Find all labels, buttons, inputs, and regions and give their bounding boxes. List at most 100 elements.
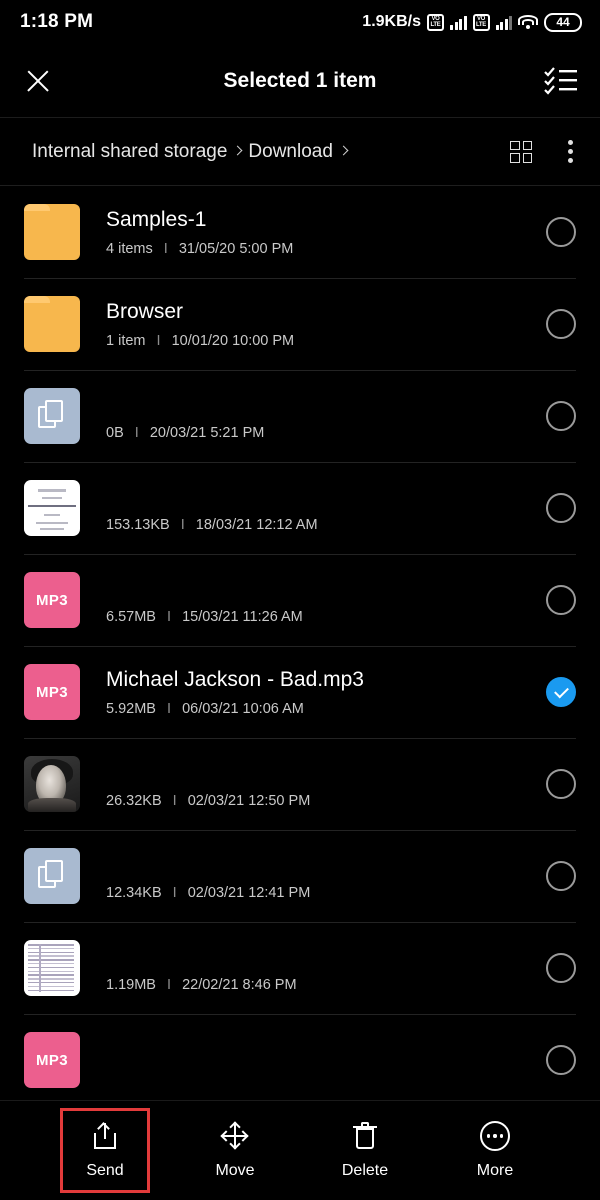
file-date: 31/05/20 5:00 PM [178, 240, 294, 257]
breadcrumb-item-root[interactable]: Internal shared storage [32, 141, 227, 163]
file-date: 15/03/21 11:26 AM [182, 608, 303, 625]
file-date: 22/02/21 8:46 PM [182, 976, 297, 993]
file-name: redacted file name [106, 484, 546, 508]
row-checkbox[interactable] [546, 401, 576, 431]
file-meta: redacted file name 1.19MB I 22/02/21 8:4… [80, 944, 546, 993]
battery-level-label: 44 [556, 15, 570, 29]
row-checkbox[interactable] [546, 493, 576, 523]
delete-button[interactable]: Delete [323, 1111, 407, 1190]
file-meta: redacted file name 0B I 20/03/21 5:21 PM [80, 392, 546, 441]
file-details: 153.13KB I 18/03/21 12:12 AM [106, 517, 546, 533]
grid-view-icon[interactable] [510, 140, 532, 163]
row-checkbox[interactable] [546, 1045, 576, 1075]
move-label: Move [215, 1162, 255, 1179]
move-button[interactable]: Move [193, 1111, 277, 1190]
wifi-icon [518, 14, 538, 30]
trash-icon [350, 1121, 380, 1151]
file-meta: redacted file name 12.34KB I 02/03/21 12… [80, 852, 546, 901]
file-name: Samples-1 [106, 207, 207, 231]
select-all-glyph [544, 66, 577, 95]
more-label: More [476, 1162, 514, 1179]
row-checkbox[interactable] [546, 309, 576, 339]
meta-separator: I [167, 608, 172, 625]
breadcrumb-item-download[interactable]: Download [248, 141, 333, 163]
status-indicators: 1.9KB/s VO LTE VO LTE 44 [362, 12, 582, 32]
more-options-icon[interactable] [560, 136, 576, 167]
breadcrumb-actions [510, 136, 576, 167]
send-button[interactable]: Send [60, 1108, 150, 1193]
row-checkbox[interactable] [546, 953, 576, 983]
file-name: Browser [106, 299, 184, 323]
table-row[interactable]: Samples-1 4 items I 31/05/20 5:00 PM [0, 186, 600, 278]
folder-icon [24, 296, 80, 352]
file-size: 26.32KB [106, 792, 162, 809]
meta-separator: I [134, 424, 139, 441]
file-date: 02/03/21 12:50 PM [187, 792, 311, 809]
file-name: redacted file name [106, 1044, 546, 1068]
file-details: 4 items I 31/05/20 5:00 PM [106, 241, 546, 257]
file-name: redacted file name [106, 760, 546, 784]
folder-icon [24, 204, 80, 260]
file-meta: redacted file name 153.13KB I 18/03/21 1… [80, 484, 546, 533]
table-row[interactable]: redacted file name 1.19MB I 22/02/21 8:4… [0, 922, 600, 1014]
photo-thumbnail [24, 756, 80, 812]
file-meta: redacted file name 26.32KB I 02/03/21 12… [80, 760, 546, 809]
meta-separator: I [180, 516, 185, 533]
close-icon[interactable] [22, 65, 54, 97]
file-meta: Samples-1 4 items I 31/05/20 5:00 PM [80, 208, 546, 257]
mp3-badge-label: MP3 [35, 1051, 69, 1069]
move-icon [220, 1121, 250, 1151]
file-meta: redacted file name [80, 1044, 546, 1077]
file-name: redacted file name [106, 576, 546, 600]
send-icon [90, 1121, 120, 1151]
breadcrumb: Internal shared storage Download [32, 141, 354, 163]
row-checkbox[interactable] [546, 585, 576, 615]
file-date: 10/01/20 10:00 PM [171, 332, 295, 349]
status-time: 1:18 PM [20, 11, 94, 32]
signal-bars-sim2 [495, 15, 512, 30]
mp3-icon: MP3 [24, 572, 80, 628]
table-row[interactable]: redacted file name 153.13KB I 18/03/21 1… [0, 462, 600, 554]
file-meta: Michael Jackson - Bad.mp3 5.92MB I 06/03… [80, 668, 546, 717]
more-button[interactable]: More [453, 1111, 537, 1190]
row-checkbox[interactable] [546, 861, 576, 891]
mp3-icon: MP3 [24, 664, 80, 720]
network-speed-label: 1.9KB/s [362, 13, 421, 30]
file-size: 5.92MB [106, 700, 156, 717]
table-row[interactable]: redacted file name 0B I 20/03/21 5:21 PM [0, 370, 600, 462]
pages-glyph [38, 860, 66, 892]
file-name: redacted file name [106, 392, 546, 416]
table-row[interactable]: redacted file name 12.34KB I 02/03/21 12… [0, 830, 600, 922]
table-row[interactable]: MP3 Michael Jackson - Bad.mp3 5.92MB I 0… [0, 646, 600, 738]
file-date: 06/03/21 10:06 AM [182, 700, 304, 717]
certificate-thumbnail [24, 480, 80, 536]
meta-separator: I [167, 700, 172, 717]
delete-label: Delete [341, 1162, 389, 1179]
signal-bars-sim1 [450, 15, 467, 30]
file-size: 0B [106, 424, 124, 441]
spreadsheet-rows [28, 944, 74, 992]
file-size: 4 items [106, 240, 153, 257]
row-checkbox-selected[interactable] [546, 677, 576, 707]
photo-body [28, 798, 76, 812]
file-details: 26.32KB I 02/03/21 12:50 PM [106, 793, 546, 809]
file-size: 1 item [106, 332, 146, 349]
select-all-icon[interactable] [544, 66, 578, 95]
file-date: 20/03/21 5:21 PM [149, 424, 265, 441]
chevron-right-icon-2 [338, 145, 349, 156]
file-size: 6.57MB [106, 608, 156, 625]
volte-icon-sim2: VO LTE [472, 13, 490, 31]
mp3-icon: MP3 [24, 1032, 80, 1088]
file-name: Michael Jackson - Bad.mp3 [106, 667, 364, 691]
table-row[interactable]: Browser 1 item I 10/01/20 10:00 PM [0, 278, 600, 370]
row-checkbox[interactable] [546, 217, 576, 247]
row-checkbox[interactable] [546, 769, 576, 799]
more-icon [480, 1121, 510, 1151]
table-row[interactable]: MP3 redacted file name 6.57MB I 15/03/21… [0, 554, 600, 646]
table-row[interactable]: MP3 redacted file name [0, 1014, 600, 1106]
mp3-badge-label: MP3 [35, 591, 69, 609]
meta-separator: I [156, 332, 161, 349]
action-bar: Send Move Delete More [0, 1100, 600, 1200]
file-list[interactable]: Samples-1 4 items I 31/05/20 5:00 PM Bro… [0, 186, 600, 1128]
table-row[interactable]: redacted file name 26.32KB I 02/03/21 12… [0, 738, 600, 830]
